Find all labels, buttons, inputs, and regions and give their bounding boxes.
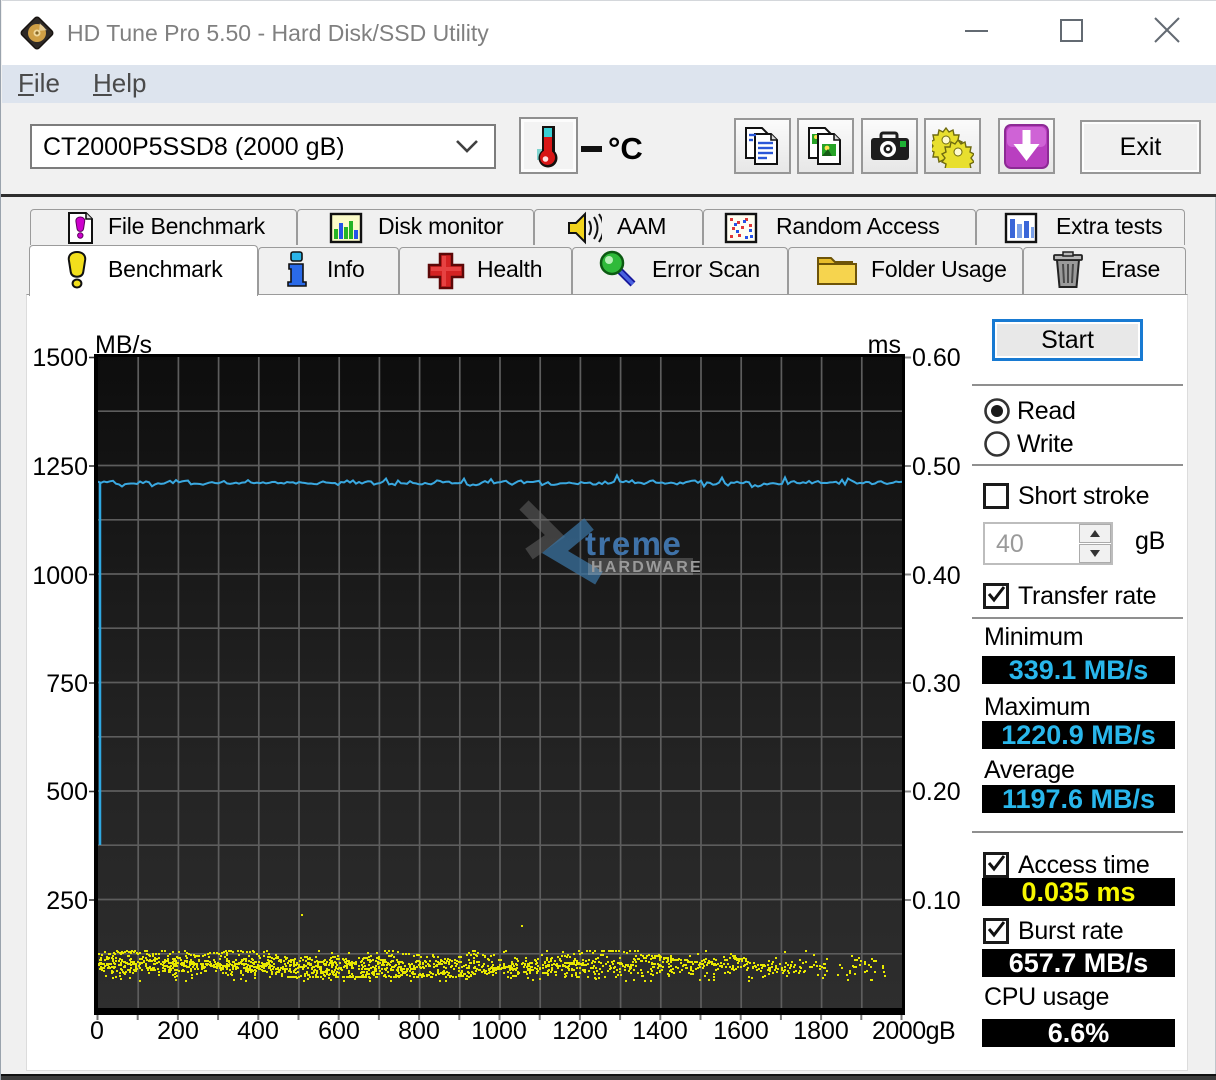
svg-text:treme: treme (585, 525, 682, 562)
svg-text:HARDWARE: HARDWARE (591, 559, 703, 576)
